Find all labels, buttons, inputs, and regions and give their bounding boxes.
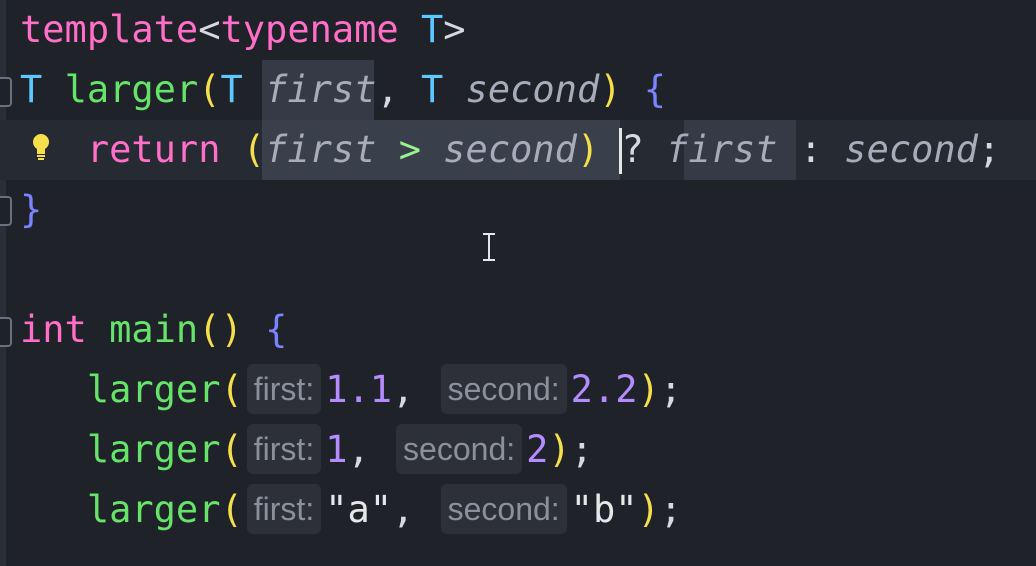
code-token: return — [86, 128, 221, 171]
code-token: { — [643, 68, 667, 111]
code-token: 2.2 — [570, 368, 638, 411]
code-token: int — [20, 308, 87, 351]
code-token: ) — [599, 68, 622, 111]
code-token: second — [465, 68, 600, 111]
code-token: : — [799, 128, 823, 171]
code-token: ( — [198, 68, 221, 111]
code-token: T — [220, 68, 243, 111]
code-token: typename — [220, 8, 399, 51]
code-token: , — [376, 68, 422, 111]
code-token: T — [421, 68, 444, 111]
fold-icon[interactable] — [0, 196, 12, 226]
code-token: larger — [86, 488, 221, 531]
code-token: ; — [570, 428, 593, 471]
code-token: larger — [86, 428, 221, 471]
code-token: ( — [220, 368, 243, 411]
code-token: { — [265, 308, 288, 351]
parameter-hint: second: — [396, 424, 523, 474]
code-token: template — [20, 8, 199, 51]
code-token: second — [844, 128, 978, 171]
code-token: ) — [548, 428, 571, 471]
code-line-call-2[interactable]: larger(first: 1, second: 2); — [20, 420, 593, 480]
text-cursor-icon — [483, 233, 495, 261]
code-token: T — [421, 8, 444, 51]
code-token: first — [265, 128, 377, 171]
code-token: < — [198, 8, 221, 51]
parameter-hint: second: — [440, 484, 567, 534]
code-token: > — [443, 8, 466, 51]
code-line-call-1[interactable]: larger(first: 1.1, second: 2.2); — [20, 360, 682, 420]
fold-icon[interactable] — [0, 77, 12, 107]
code-token: 1.1 — [325, 368, 393, 411]
code-token: "a" — [325, 488, 393, 531]
parameter-hint: first: — [246, 364, 322, 414]
code-line-template-decl[interactable]: template<typename T> — [20, 0, 466, 60]
code-line-main-signature[interactable]: int main() { — [20, 300, 287, 360]
code-line-function-signature[interactable]: T larger(T first, T second) { — [20, 60, 666, 120]
text-caret — [619, 128, 622, 174]
code-token: 1 — [325, 428, 348, 471]
code-token: second — [443, 128, 577, 171]
code-line-function-close[interactable]: } — [20, 180, 42, 240]
parameter-hint: second: — [440, 364, 567, 414]
code-token: , — [392, 368, 437, 411]
code-token: ; — [977, 128, 1001, 171]
code-token: ) — [576, 128, 600, 171]
fold-icon[interactable] — [0, 317, 12, 347]
code-token: ; — [659, 368, 683, 411]
code-token: > — [398, 128, 421, 171]
code-token: , — [347, 428, 393, 471]
code-token: 2 — [526, 428, 549, 471]
parameter-hint: first: — [246, 424, 322, 474]
code-token: ; — [659, 488, 683, 531]
code-editor[interactable]: template<typename T> T larger(T first, T … — [0, 0, 1036, 566]
parameter-hint: first: — [246, 484, 322, 534]
code-token: main — [109, 308, 199, 351]
code-token: ( — [220, 488, 243, 531]
code-token: ) — [637, 368, 660, 411]
code-token: first — [666, 128, 778, 171]
code-token: first — [265, 68, 377, 111]
code-token: "b" — [570, 488, 638, 531]
code-token: ( — [220, 428, 243, 471]
code-token: , — [392, 488, 437, 531]
code-token: ? — [621, 128, 644, 171]
code-line-return-statement[interactable]: return (first > second) ? first : second… — [20, 120, 1000, 180]
code-line-call-3[interactable]: larger(first: "a", second: "b"); — [20, 480, 682, 540]
code-token: } — [20, 188, 43, 231]
code-token: ( — [242, 128, 266, 171]
code-token: ) — [637, 488, 660, 531]
code-token: T — [20, 68, 43, 111]
code-token: larger — [64, 68, 199, 111]
code-token: larger — [86, 368, 221, 411]
code-token: () — [198, 308, 243, 351]
